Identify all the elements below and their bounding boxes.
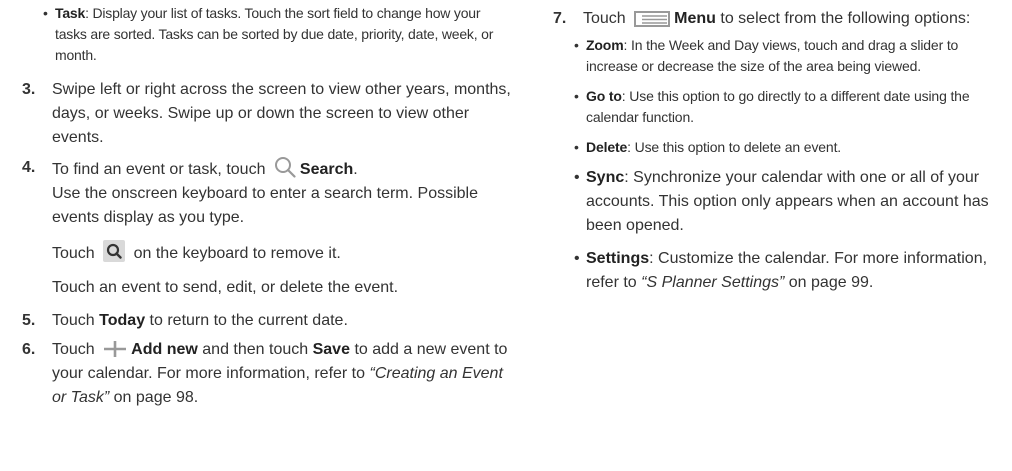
- task-text: : Display your list of tasks. Touch the …: [55, 5, 494, 63]
- step-7-pre: Touch: [583, 10, 626, 27]
- step-4-line-3: Touch on the keyboard to remove it.: [22, 240, 512, 266]
- step-6-mid: and then touch: [202, 341, 309, 358]
- bullet-dot: •: [574, 88, 579, 104]
- step-number: 4.: [22, 159, 36, 176]
- left-column: • Task: Display your list of tasks. Touc…: [22, 0, 512, 410]
- step-4-line-3-pre: Touch: [52, 245, 95, 262]
- step-4-line-4: Touch an event to send, edit, or delete …: [52, 279, 399, 296]
- step-5-post: to return to the current date.: [149, 312, 348, 329]
- search-term: Search: [299, 161, 354, 178]
- menu-icon: [634, 11, 671, 27]
- goto-text: : Use this option to go directly to a di…: [586, 88, 970, 125]
- goto-term: Go to: [586, 88, 622, 104]
- step-7-post: to select from the following options:: [720, 10, 971, 27]
- step-4-pre: To find an event or task, touch: [52, 161, 266, 178]
- bullet-dot: •: [574, 250, 580, 267]
- bullet-dot: •: [43, 5, 48, 21]
- step-4-line-3-post: on the keyboard to remove it.: [133, 245, 341, 262]
- step-6: 6. Touch Add new and then touch Save to …: [22, 338, 512, 410]
- settings-page: on page 99.: [788, 274, 874, 291]
- step-4-post: .: [353, 161, 358, 178]
- step-number: 6.: [22, 341, 36, 358]
- delete-term: Delete: [586, 139, 628, 155]
- menu-term: Menu: [674, 10, 716, 27]
- task-term: Task: [55, 5, 86, 21]
- step-number: 7.: [553, 10, 567, 27]
- step-3: 3. Swipe left or right across the screen…: [22, 78, 512, 150]
- delete-text: : Use this option to delete an event.: [627, 139, 842, 155]
- settings-bullet: • Settings: Customize the calendar. For …: [553, 247, 1003, 295]
- step-number: 5.: [22, 312, 36, 329]
- settings-term: Settings: [586, 250, 650, 267]
- task-bullet: • Task: Display your list of tasks. Touc…: [22, 3, 512, 66]
- step-4: 4. To find an event or task, touch Searc…: [22, 156, 512, 182]
- right-column: 7. Touch Menu to select from the followi…: [553, 0, 1003, 295]
- zoom-bullet: • Zoom: In the Week and Day views, touch…: [553, 35, 1003, 77]
- sync-term: Sync: [586, 169, 625, 186]
- bullet-dot: •: [574, 139, 579, 155]
- today-term: Today: [99, 312, 146, 329]
- search-icon: [274, 157, 296, 178]
- step-6-pre: Touch: [52, 341, 95, 358]
- s-planner-settings-reference: “S Planner Settings”: [641, 274, 785, 291]
- delete-bullet: • Delete: Use this option to delete an e…: [553, 137, 1003, 158]
- step-5-pre: Touch: [52, 312, 95, 329]
- step-6-page: on page 98.: [113, 389, 199, 406]
- sync-bullet: • Sync: Synchronize your calendar with o…: [553, 166, 1003, 238]
- zoom-text: : In the Week and Day views, touch and d…: [586, 37, 959, 74]
- bullet-dot: •: [574, 37, 579, 53]
- step-4-line-2: Use the onscreen keyboard to enter a sea…: [52, 185, 478, 226]
- sync-text: : Synchronize your calendar with one or …: [586, 169, 989, 234]
- bullet-dot: •: [574, 169, 580, 186]
- goto-bullet: • Go to: Use this option to go directly …: [553, 86, 1003, 128]
- add-new-term: Add new: [131, 341, 198, 358]
- zoom-term: Zoom: [586, 37, 624, 53]
- step-3-text: Swipe left or right across the screen to…: [52, 81, 511, 146]
- step-7: 7. Touch Menu to select from the followi…: [553, 7, 1003, 31]
- save-term: Save: [312, 341, 350, 358]
- keyboard-search-key-icon: [103, 240, 126, 262]
- step-number: 3.: [22, 81, 36, 98]
- plus-icon: [104, 341, 127, 357]
- step-5: 5. Touch Today to return to the current …: [22, 309, 512, 333]
